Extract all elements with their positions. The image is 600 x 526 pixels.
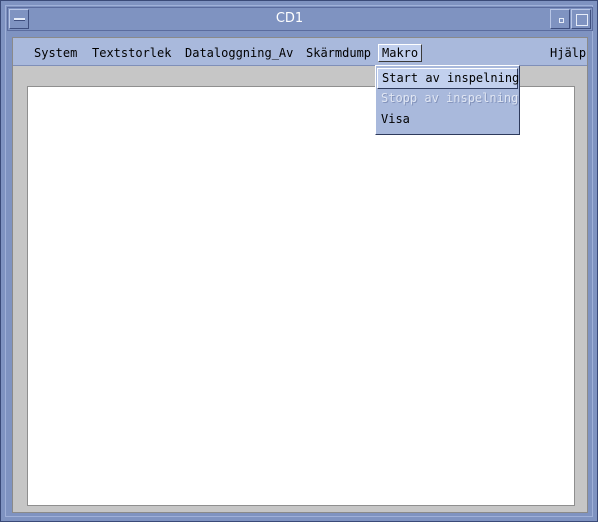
- minimize-button[interactable]: [550, 9, 570, 29]
- maximize-button[interactable]: [571, 9, 591, 29]
- menu-system[interactable]: System: [31, 44, 80, 62]
- menu-hjalp[interactable]: Hjälp: [547, 44, 589, 62]
- maximize-icon: [576, 14, 588, 26]
- menu-item-start-recording[interactable]: Start av inspelning: [377, 68, 519, 89]
- drawing-area[interactable]: [27, 86, 575, 506]
- window-menu-button[interactable]: [9, 9, 29, 29]
- window-menu-icon: [14, 18, 25, 21]
- menu-skarmdump[interactable]: Skärmdump: [303, 44, 374, 62]
- menu-item-stop-recording: Stopp av inspelning: [381, 91, 519, 105]
- title-bar[interactable]: CD1: [7, 7, 593, 31]
- menu-bar: System Textstorlek Dataloggning_Av Skärm…: [13, 38, 587, 66]
- makro-dropdown-menu: Start av inspelning Stopp av inspelning …: [375, 65, 520, 135]
- menu-textstorlek[interactable]: Textstorlek: [89, 44, 174, 62]
- window-title: CD1: [275, 11, 304, 26]
- menu-item-show[interactable]: Visa: [377, 110, 518, 131]
- minimize-icon: [559, 18, 564, 23]
- menu-dataloggning[interactable]: Dataloggning_Av: [182, 44, 296, 62]
- menu-makro[interactable]: Makro: [378, 44, 423, 62]
